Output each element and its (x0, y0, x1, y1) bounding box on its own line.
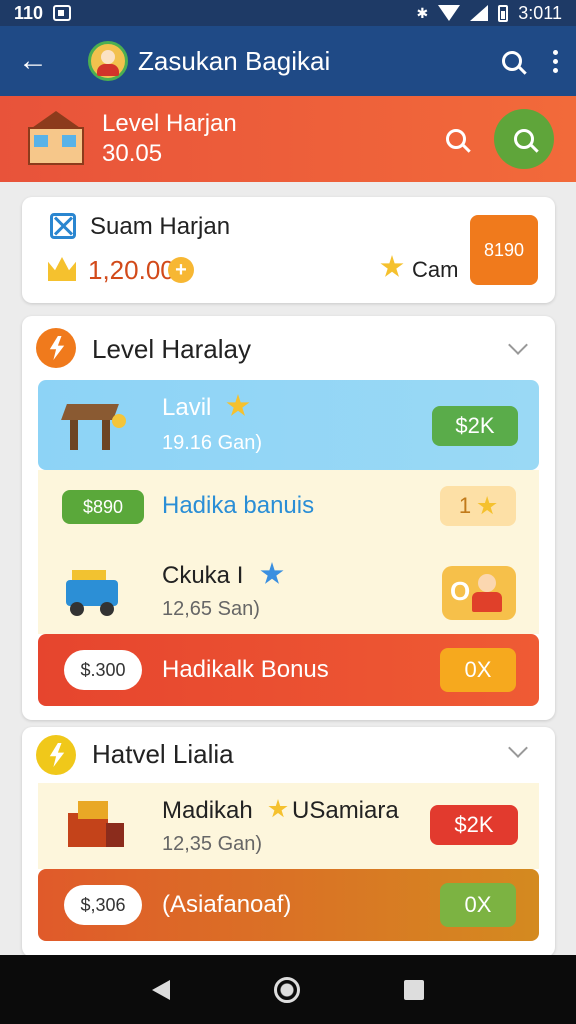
add-coin-icon[interactable]: + (168, 257, 194, 283)
lightning-icon (36, 735, 76, 775)
app-title: Zasukan Bagikai (138, 45, 331, 76)
status-time: 110 (14, 2, 44, 23)
list-item[interactable]: Madikah USamiara 12,35 Gan) $2K (38, 783, 539, 869)
price-pill[interactable]: $2K (432, 406, 518, 446)
nav-back-icon[interactable] (152, 979, 170, 1000)
bluetooth-icon: ✱ (416, 4, 429, 21)
search-icon[interactable] (446, 129, 466, 149)
star-icon (226, 394, 250, 416)
search-icon (514, 129, 534, 149)
summary-badge[interactable]: 8190 (470, 215, 538, 285)
chevron-down-icon[interactable] (508, 738, 528, 758)
bonus-row[interactable]: $.300 Hadikalk Bonus 0X (38, 634, 539, 706)
row-title-secondary: USamiara (292, 797, 399, 824)
level-banner: Level Harjan 30.05 (0, 96, 576, 182)
row-title: Lavil (162, 394, 212, 421)
section-title: Level Haralay (92, 334, 251, 364)
tag-pill: $,306 (64, 885, 142, 925)
bonus-section: Hatvel Lialia Madikah USamiara 12,35 Gan… (22, 727, 555, 957)
row-title: Hadika banuis (162, 492, 315, 519)
row-title: Ckuka I (162, 562, 244, 589)
price-pill[interactable]: $2K (430, 805, 518, 845)
level-section: Level Haralay Lavil 19.16 Gan) $2K $890 … (22, 316, 555, 720)
section-title: Hatvel Lialia (92, 739, 234, 769)
row-title: Hadikalk Bonus (162, 656, 329, 683)
list-item[interactable]: Lavil 19.16 Gan) $2K (38, 380, 539, 470)
status-bar: 110 ✱ 3:011 (0, 0, 576, 26)
banner-title: Level Harjan (102, 110, 237, 137)
star-icon (477, 496, 497, 515)
house-icon (22, 111, 90, 167)
chevron-down-icon[interactable] (508, 335, 528, 355)
list-item[interactable]: Ckuka I 12,65 San) O (38, 552, 539, 634)
daily-summary-card[interactable]: Suam Harjan 1,20.00 + Cam 8190 (22, 197, 555, 303)
app-bar: ← Zasukan Bagikai (0, 26, 576, 96)
search-circle-button[interactable] (494, 109, 554, 169)
list-item[interactable]: $890 Hadika banuis 1 (38, 470, 539, 552)
row-subtitle: 12,65 San) (162, 598, 260, 620)
count-value: 1 (458, 493, 472, 518)
tag-pill: $.300 (64, 650, 142, 690)
desk-icon (61, 396, 128, 454)
status-right: ✱ 3:011 (417, 3, 562, 24)
nav-recents-icon[interactable] (404, 979, 424, 1000)
status-right-time: 3:011 (518, 2, 562, 23)
more-options-icon[interactable] (552, 49, 558, 73)
close-box-icon (50, 213, 76, 239)
summary-star-label: Cam (412, 257, 459, 282)
wifi-icon (438, 5, 461, 21)
section-header[interactable]: Level Haralay (22, 316, 555, 380)
kid-reward-icon[interactable]: O (442, 566, 516, 620)
row-title: (Asiafanoaf) (162, 891, 292, 918)
back-arrow-icon[interactable]: ← (18, 44, 58, 78)
row-title: Madikah (162, 797, 253, 824)
crown-icon (48, 257, 76, 281)
multiplier-button[interactable]: 0X (440, 883, 516, 927)
notification-icon (53, 5, 72, 21)
truck-icon (62, 566, 128, 620)
star-icon (380, 255, 404, 277)
star-icon (260, 562, 284, 584)
bonus-row[interactable]: $,306 (Asiafanoaf) 0X (38, 869, 539, 941)
lightning-icon (36, 328, 76, 368)
summary-value: 1,20.00 (88, 255, 175, 285)
summary-title: Suam Harjan (90, 213, 231, 240)
search-icon[interactable] (502, 51, 522, 71)
system-nav-bar (0, 955, 576, 1024)
nav-home-icon[interactable] (274, 976, 300, 1003)
star-icon (268, 799, 288, 818)
gift-box-icon (64, 795, 128, 851)
tag-pill: $890 (62, 490, 144, 524)
multiplier-button[interactable]: 0X (440, 648, 516, 692)
banner-value: 30.05 (102, 140, 163, 167)
section-header[interactable]: Hatvel Lialia (22, 727, 555, 783)
count-pill[interactable]: 1 (440, 486, 516, 526)
avatar-logo (88, 41, 128, 81)
row-subtitle: 19.16 Gan) (162, 432, 263, 454)
row-subtitle: 12,35 Gan) (162, 833, 263, 855)
signal-icon (470, 5, 489, 21)
battery-icon (498, 4, 509, 22)
